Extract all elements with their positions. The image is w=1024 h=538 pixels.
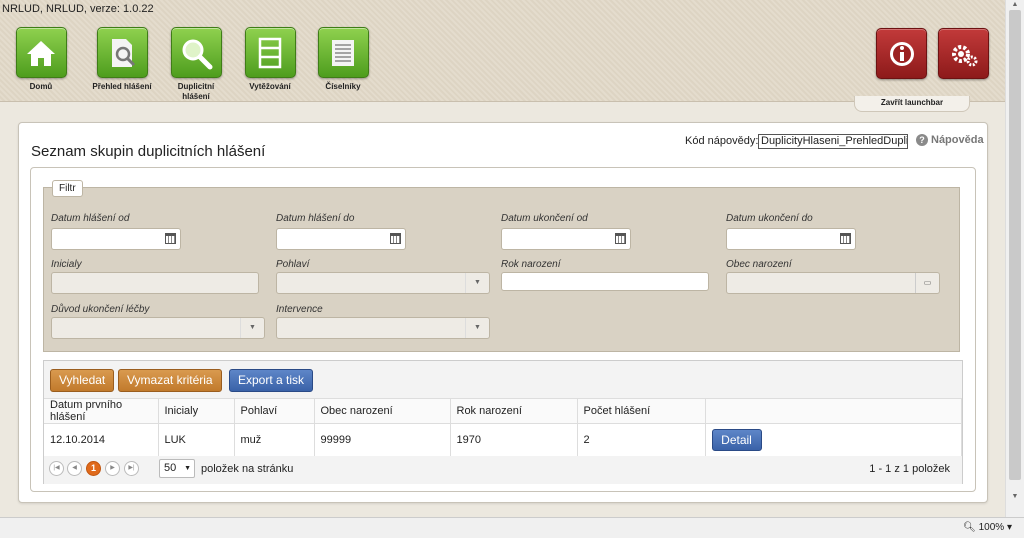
- label-datum-od: Datum hlášení od: [51, 213, 130, 224]
- filter-panel: Filtr Datum hlášení od Datum hlášení do …: [43, 180, 960, 352]
- app-title: NRLUD, NRLUD, verze: 1.0.22: [2, 3, 154, 15]
- datum-do-input[interactable]: [276, 228, 406, 250]
- help-icon: ?: [916, 134, 928, 146]
- report-search-icon: [96, 27, 148, 78]
- launch-home[interactable]: Domů: [11, 27, 71, 92]
- cell-datum: 12.10.2014: [44, 423, 159, 457]
- ukonceni-od-input[interactable]: [501, 228, 631, 250]
- label-inicialy: Inicialy: [51, 259, 82, 270]
- intervence-select[interactable]: ▼: [276, 317, 490, 339]
- results-table: Datum prvního hlášení Inicialy Pohlaví O…: [44, 399, 962, 457]
- info-button[interactable]: [876, 28, 927, 79]
- cell-pohlavi: muž: [234, 423, 315, 457]
- gear-icon: [951, 44, 977, 66]
- last-page-icon[interactable]: ▶|: [124, 461, 139, 476]
- cell-inicialy: LUK: [158, 423, 235, 457]
- inicialy-input[interactable]: [51, 272, 259, 294]
- ukonceni-do-input[interactable]: [726, 228, 856, 250]
- codelist-icon: [317, 27, 369, 78]
- picker-icon[interactable]: ▭: [915, 273, 939, 293]
- content-area: Filtr Datum hlášení od Datum hlášení do …: [30, 167, 976, 492]
- settings-button[interactable]: [938, 28, 989, 79]
- chevron-down-icon: ▼: [240, 318, 264, 338]
- column-header[interactable]: Datum prvního hlášení: [44, 399, 159, 424]
- obec-input[interactable]: ▭: [726, 272, 940, 294]
- launch-codelists[interactable]: Číselníky: [313, 27, 373, 92]
- launchbar: NRLUD, NRLUD, verze: 1.0.22 Domů Přehled…: [0, 0, 1005, 102]
- per-page-label: položek na stránku: [201, 463, 294, 475]
- close-launchbar-button[interactable]: Zavřít launchbar: [854, 96, 970, 112]
- label-pohlavi: Pohlaví: [276, 259, 310, 270]
- zoom-control[interactable]: 🔍︎ 100% ▾: [963, 522, 1012, 533]
- status-bar: 🔍︎ 100% ▾: [0, 517, 1024, 538]
- export-print-button[interactable]: Export a tisk: [229, 369, 314, 392]
- label-rok: Rok narození: [501, 259, 561, 270]
- cell-obec: 99999: [314, 423, 451, 457]
- help-code-field[interactable]: DuplicityHlaseni_PrehledDuplicit: [758, 134, 908, 149]
- help-link[interactable]: ? Nápověda: [916, 134, 984, 146]
- results-grid: Vyhledat Vymazat kritéria Export a tisk …: [43, 360, 963, 484]
- main-panel: Seznam skupin duplicitních hlášení Kód n…: [18, 122, 988, 503]
- database-icon: [244, 27, 296, 78]
- info-icon: [889, 41, 914, 66]
- pager-info: 1 - 1 z 1 položek: [869, 463, 950, 475]
- column-header-actions: [705, 399, 962, 424]
- magnifier-icon: [170, 27, 222, 78]
- column-header[interactable]: Obec narození: [314, 399, 451, 424]
- search-button[interactable]: Vyhledat: [50, 369, 115, 392]
- page-title: Seznam skupin duplicitních hlášení: [31, 143, 266, 160]
- calendar-icon[interactable]: [615, 233, 626, 244]
- duvod-select[interactable]: ▼: [51, 317, 265, 339]
- table-header: Datum prvního hlášení Inicialy Pohlaví O…: [44, 399, 962, 424]
- calendar-icon[interactable]: [840, 233, 851, 244]
- pager: |◀ ◀ 1 ▶ ▶| 50 ▼ položek na stránku 1 - 1…: [44, 456, 962, 484]
- page-number[interactable]: 1: [86, 461, 101, 476]
- pohlavi-select[interactable]: ▼: [276, 272, 490, 294]
- label-ukonceni-od: Datum ukončení od: [501, 213, 588, 224]
- scroll-down-icon[interactable]: ▼: [1006, 493, 1024, 503]
- cell-action: Detail: [705, 423, 962, 457]
- label-ukonceni-do: Datum ukončení do: [726, 213, 813, 224]
- label-datum-do: Datum hlášení do: [276, 213, 355, 224]
- label-obec: Obec narození: [726, 259, 792, 270]
- calendar-icon[interactable]: [165, 233, 176, 244]
- filter-tab[interactable]: Filtr: [52, 180, 83, 197]
- scroll-thumb[interactable]: [1009, 10, 1021, 480]
- chevron-down-icon: ▼: [465, 273, 489, 293]
- per-page-select[interactable]: 50 ▼: [159, 459, 195, 478]
- table-row: 12.10.2014 LUK muž 99999 1970 2 Detail: [44, 423, 962, 457]
- help-code-label: Kód nápovědy:: [685, 135, 759, 147]
- column-header[interactable]: Počet hlášení: [577, 399, 706, 424]
- label-intervence: Intervence: [276, 304, 323, 315]
- home-icon: [15, 27, 67, 78]
- detail-button[interactable]: Detail: [711, 429, 762, 451]
- datum-od-input[interactable]: [51, 228, 181, 250]
- grid-toolbar: Vyhledat Vymazat kritéria Export a tisk: [44, 361, 962, 399]
- chevron-down-icon: ▼: [184, 465, 191, 472]
- cell-rok: 1970: [450, 423, 578, 457]
- label-duvod: Důvod ukončení léčby: [51, 304, 150, 315]
- column-header[interactable]: Rok narození: [450, 399, 578, 424]
- next-page-icon[interactable]: ▶: [105, 461, 120, 476]
- first-page-icon[interactable]: |◀: [49, 461, 64, 476]
- column-header[interactable]: Pohlaví: [234, 399, 315, 424]
- column-header[interactable]: Inicialy: [158, 399, 235, 424]
- clear-criteria-button[interactable]: Vymazat kritéria: [118, 369, 222, 392]
- calendar-icon[interactable]: [390, 233, 401, 244]
- prev-page-icon[interactable]: ◀: [67, 461, 82, 476]
- rok-input[interactable]: [501, 272, 709, 291]
- launch-mining[interactable]: Vytěžování: [240, 27, 300, 92]
- cell-pocet: 2: [577, 423, 706, 457]
- vertical-scrollbar[interactable]: ▲ ▼: [1005, 0, 1024, 517]
- launch-reports[interactable]: Přehled hlášení: [92, 27, 152, 92]
- launch-duplicates[interactable]: Duplicitní hlášení: [166, 27, 226, 102]
- chevron-down-icon: ▼: [465, 318, 489, 338]
